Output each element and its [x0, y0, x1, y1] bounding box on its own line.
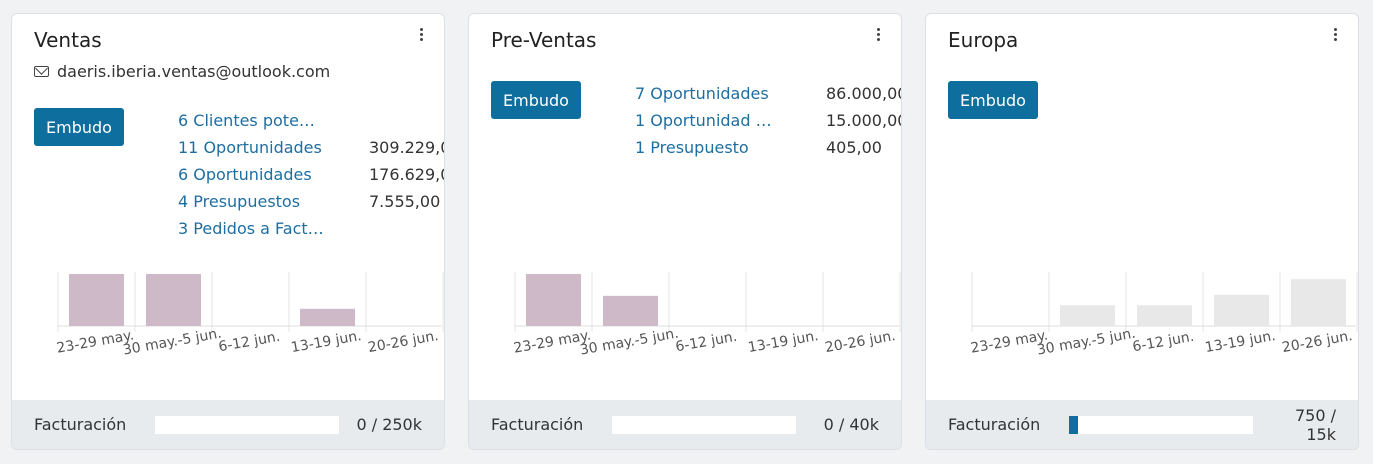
bar: [69, 274, 124, 326]
activity-bar-chart: 23-29 may.30 may.-5 jun.6-12 jun. 13-19 j…: [969, 272, 1358, 359]
stat-value: 309.229,00: [369, 138, 444, 157]
footer-value: 0 / 40k: [823, 415, 879, 434]
x-tick-label: 20-26 jun.: [367, 328, 440, 356]
card-pre-ventas: Pre-Ventas Embudo 7 Oportunidades 86.000…: [468, 13, 902, 450]
bar: [1214, 294, 1269, 326]
stat-link[interactable]: 4 Presupuestos: [178, 188, 324, 215]
bar: [1291, 279, 1346, 326]
card-title: Pre-Ventas: [491, 28, 597, 52]
stat-value: 86.000,00: [826, 84, 902, 103]
kebab-menu-icon[interactable]: [1330, 28, 1340, 46]
invoicing-progress-bar[interactable]: [155, 415, 339, 434]
stat-link[interactable]: 7 Oportunidades: [635, 80, 781, 107]
card-europa: Europa Embudo 23-29 may. 30 may.-5 jun. 6-…: [925, 13, 1359, 450]
activity-bar-chart: 23-29 may.30 may.-5 jun.6-12 jun. 13-19 j…: [55, 272, 444, 359]
bar: [300, 308, 355, 326]
bar: [603, 295, 658, 326]
kebab-menu-icon[interactable]: [873, 28, 883, 46]
x-tick-label: 30 may.-5 jun.: [122, 326, 223, 359]
email-address: daeris.iberia.ventas@outlook.com: [57, 62, 331, 81]
x-tick-label: 13-19 jun.: [747, 328, 820, 356]
stat-value: 7.555,00: [369, 192, 441, 211]
stat-value: 405,00: [826, 138, 882, 157]
x-tick-label: 6-12 jun.: [217, 329, 281, 356]
footer-label: Facturación: [948, 415, 1041, 434]
stat-link[interactable]: 11 Oportunidades: [178, 134, 324, 161]
stat-link[interactable]: 6 Oportunidades: [178, 161, 324, 188]
kebab-menu-icon[interactable]: [416, 28, 426, 46]
footer-label: Facturación: [34, 415, 127, 434]
footer-label: Facturación: [491, 415, 584, 434]
stat-value: 15.000,00: [826, 111, 902, 130]
x-tick-label: 20-26 jun.: [1281, 328, 1354, 356]
card-footer: Facturación 0 / 40k: [469, 400, 901, 449]
stat-value: 176.629,00: [369, 165, 444, 184]
footer-value: 750 / 15k: [1294, 405, 1336, 444]
invoicing-progress-bar[interactable]: [612, 415, 796, 434]
bar: [146, 274, 201, 326]
stat-link[interactable]: 1 Presupuesto: [635, 134, 781, 161]
email-line: daeris.iberia.ventas@outlook.com: [34, 62, 330, 81]
progress-fill: [1069, 415, 1079, 434]
stat-link[interactable]: 3 Pedidos a Facturar: [178, 215, 324, 242]
embudo-button[interactable]: Embudo: [491, 81, 581, 119]
invoicing-progress-bar[interactable]: [1069, 415, 1253, 434]
card-title: Ventas: [34, 28, 102, 52]
embudo-button[interactable]: Embudo: [34, 108, 124, 146]
x-tick-label: 13-19 jun.: [290, 328, 363, 356]
activity-bar-chart: 23-29 may.30 may.-5 jun.6-12 jun. 13-19 j…: [512, 272, 901, 359]
footer-value: 0 / 250k: [356, 415, 422, 434]
envelope-icon: [34, 66, 49, 77]
x-tick-label: 13-19 jun.: [1204, 328, 1277, 356]
x-tick-label: 30 may.-5 jun.: [579, 326, 680, 359]
card-footer: Facturación 750 / 15k: [926, 400, 1358, 449]
embudo-button[interactable]: Embudo: [948, 81, 1038, 119]
x-tick-label: 30 may.-5 jun.: [1036, 326, 1137, 359]
x-tick-label: 6-12 jun.: [674, 329, 738, 356]
card-title: Europa: [948, 28, 1019, 52]
bar: [526, 274, 581, 326]
bar: [1060, 305, 1115, 326]
stat-link[interactable]: 6 Clientes potenciales: [178, 107, 324, 134]
card-ventas: Ventas daeris.iberia.ventas@outlook.com …: [11, 13, 445, 450]
stat-link[interactable]: 1 Oportunidad vencida: [635, 107, 781, 134]
card-footer: Facturación 0 / 250k: [12, 400, 444, 449]
x-tick-label: 6-12 jun.: [1131, 329, 1195, 356]
x-tick-label: 20-26 jun.: [824, 328, 897, 356]
bar: [1137, 305, 1192, 326]
